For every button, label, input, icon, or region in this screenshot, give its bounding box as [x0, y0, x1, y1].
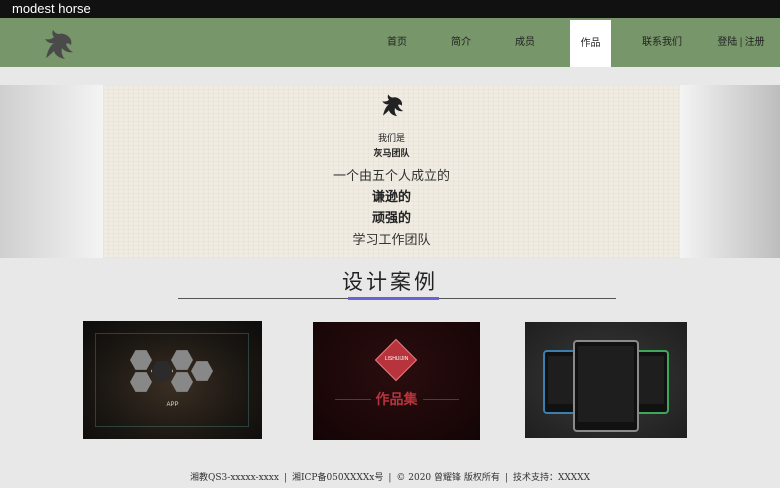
- main-nav: 首页 简介 成员 作品 联系我们 登陆 | 注册: [0, 18, 780, 67]
- section-title: 设计案例: [342, 270, 438, 294]
- section-accent-bar: [348, 297, 439, 300]
- footer-tech-support: 技术支持：XXXXX: [512, 473, 590, 483]
- banner-line-1: 我们是: [377, 134, 405, 144]
- work-card-portfolio[interactable]: LISHUIJIN 作品集: [313, 322, 480, 440]
- auth-links: 登陆 | 注册: [714, 18, 768, 67]
- nav-item-contact[interactable]: 联系我们: [636, 18, 688, 67]
- horse-logo-icon: [382, 94, 404, 117]
- app-label: APP: [166, 402, 179, 408]
- banner-side-right: [680, 85, 780, 258]
- diamond-text: LISHUIJIN: [384, 356, 409, 362]
- auth-separator: |: [739, 37, 743, 48]
- app-frame-decoration: [95, 333, 249, 427]
- work-card-phones[interactable]: [525, 322, 687, 438]
- banner-line-6: 学习工作团队: [352, 233, 431, 248]
- nav-item-works[interactable]: 作品: [570, 20, 611, 67]
- nav-item-members[interactable]: 成员: [506, 18, 544, 67]
- horse-logo-icon[interactable]: [40, 28, 76, 60]
- brand-name: modest horse: [12, 1, 91, 16]
- register-link[interactable]: 注册: [745, 37, 765, 48]
- banner-side-left: [0, 85, 103, 258]
- nav-item-home[interactable]: 首页: [378, 18, 416, 67]
- nav-item-intro[interactable]: 简介: [442, 18, 480, 67]
- title-line-right: [423, 399, 459, 400]
- footer-icp-license: 湘ICP备050XXXXx号: [291, 473, 384, 483]
- work-card-app[interactable]: APP: [83, 321, 262, 439]
- login-link[interactable]: 登陆: [717, 37, 737, 48]
- footer-copyright: © 2020 曾耀锋 版权所有: [396, 473, 500, 483]
- top-bar: modest horse: [0, 0, 780, 18]
- footer: 湘教QS3-xxxxx-xxxx | 湘ICP备050XXXXx号 | © 2020 曾…: [190, 473, 590, 483]
- banner-line-5: 顽强的: [371, 211, 411, 226]
- hero-banner: 我们是 灰马团队 一个由五个人成立的 谦逊的 顽强的 学习工作团队: [103, 85, 680, 258]
- phone-mockup: [573, 340, 639, 432]
- banner-line-4: 谦逊的: [371, 190, 411, 205]
- banner-line-3: 一个由五个人成立的: [332, 169, 450, 184]
- footer-education-license: 湘教QS3-xxxxx-xxxx: [190, 473, 279, 483]
- banner-line-2: 灰马团队: [373, 149, 410, 159]
